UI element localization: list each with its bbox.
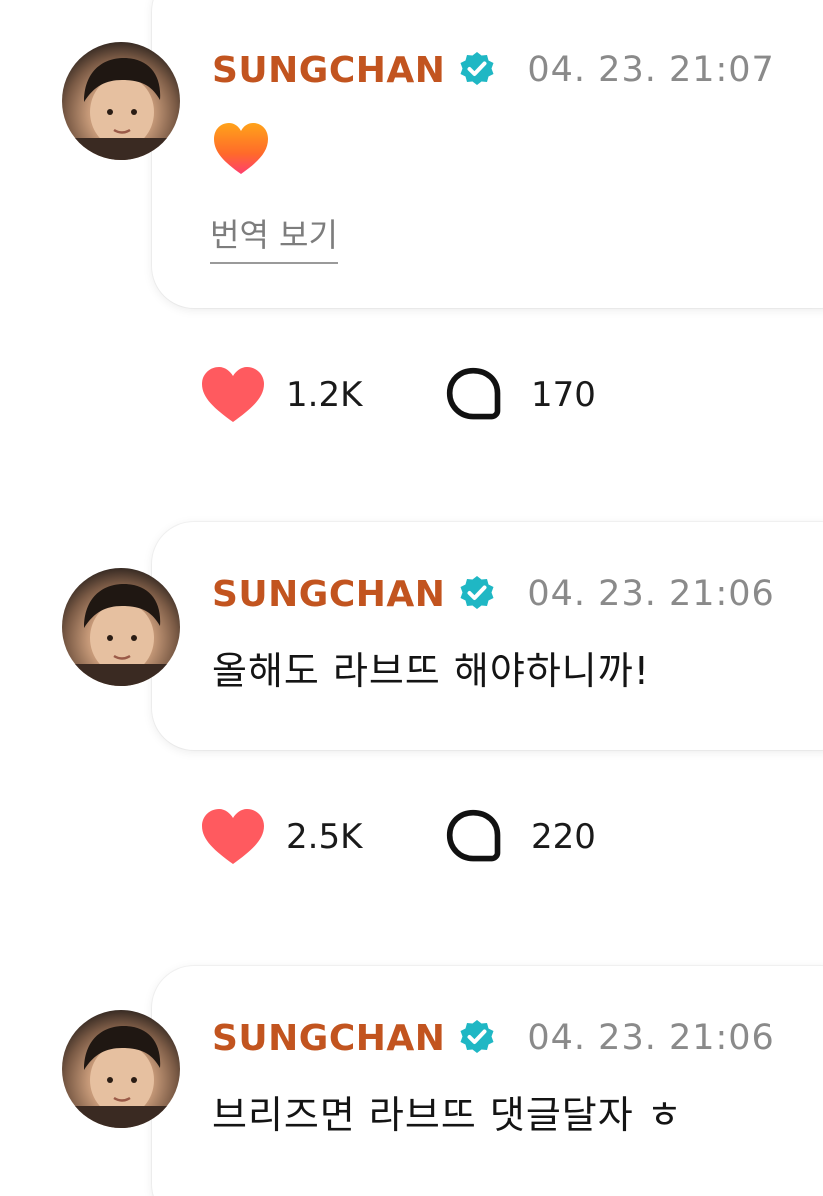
like-count: 2.5K [286, 817, 363, 857]
post-feed: SUNGCHAN 04. 23. 21:07 번역 보기 1.2K 170 SU… [0, 0, 823, 1196]
heart-icon [202, 367, 264, 422]
comment-button[interactable]: 220 [445, 808, 596, 866]
post-body-text: 올해도 라브뜨 해야하니까! [212, 649, 650, 693]
post-body-text: 브리즈면 라브뜨 댓글달자 ㅎ [212, 1093, 683, 1137]
like-button[interactable]: 1.2K [200, 366, 445, 424]
author-name[interactable]: SUNGCHAN [212, 1018, 445, 1059]
post-timestamp: 04. 23. 21:06 [527, 1018, 775, 1058]
orange-heart-emoji [210, 118, 272, 180]
verified-badge-icon [457, 574, 497, 614]
post-item: SUNGCHAN 04. 23. 21:06 브리즈면 라브뜨 댓글달자 ㅎ [0, 966, 823, 1196]
author-name[interactable]: SUNGCHAN [212, 574, 445, 615]
like-count: 1.2K [286, 375, 363, 415]
heart-icon [202, 809, 264, 864]
post-item: SUNGCHAN 04. 23. 21:07 번역 보기 1.2K 170 [0, 0, 823, 470]
avatar[interactable] [62, 1010, 180, 1128]
verified-badge-icon [457, 50, 497, 90]
post-timestamp: 04. 23. 21:07 [527, 50, 775, 90]
like-button[interactable]: 2.5K [200, 808, 445, 866]
post-actions: 1.2K 170 [200, 360, 596, 430]
comment-bubble-icon [446, 809, 501, 862]
post-bubble[interactable]: SUNGCHAN 04. 23. 21:06 브리즈면 라브뜨 댓글달자 ㅎ [152, 966, 823, 1196]
verified-badge-icon [457, 1018, 497, 1058]
comment-count: 170 [531, 375, 596, 415]
post-bubble[interactable]: SUNGCHAN 04. 23. 21:07 번역 보기 [152, 0, 823, 308]
comment-button[interactable]: 170 [445, 366, 596, 424]
post-item: SUNGCHAN 04. 23. 21:06 올해도 라브뜨 해야하니까! 2.… [0, 522, 823, 952]
comment-bubble-icon [446, 367, 501, 420]
post-actions: 2.5K 220 [200, 802, 596, 872]
translate-link[interactable]: 번역 보기 [210, 210, 338, 264]
comment-count: 220 [531, 817, 596, 857]
post-bubble[interactable]: SUNGCHAN 04. 23. 21:06 올해도 라브뜨 해야하니까! [152, 522, 823, 750]
avatar[interactable] [62, 42, 180, 160]
author-name[interactable]: SUNGCHAN [212, 50, 445, 91]
post-timestamp: 04. 23. 21:06 [527, 574, 775, 614]
avatar[interactable] [62, 568, 180, 686]
